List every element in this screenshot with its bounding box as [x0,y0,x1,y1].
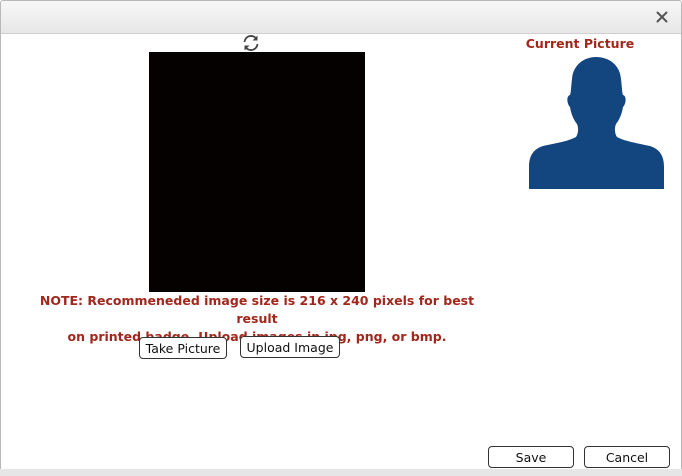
background-page-strip [0,469,682,476]
close-icon[interactable] [653,8,671,26]
camera-preview [149,52,365,292]
current-picture-label: Current Picture [525,36,635,51]
cancel-button[interactable]: Cancel [584,446,670,468]
photo-dialog: NOTE: Recommeneded image size is 216 x 2… [0,0,682,476]
take-picture-button[interactable]: Take Picture [139,337,227,359]
upload-image-button[interactable]: Upload Image [240,336,340,358]
refresh-icon[interactable] [241,34,261,52]
dialog-titlebar [1,1,681,34]
save-button[interactable]: Save [488,446,574,468]
person-silhouette-icon [529,57,664,189]
note-line-1: NOTE: Recommeneded image size is 216 x 2… [39,293,475,326]
